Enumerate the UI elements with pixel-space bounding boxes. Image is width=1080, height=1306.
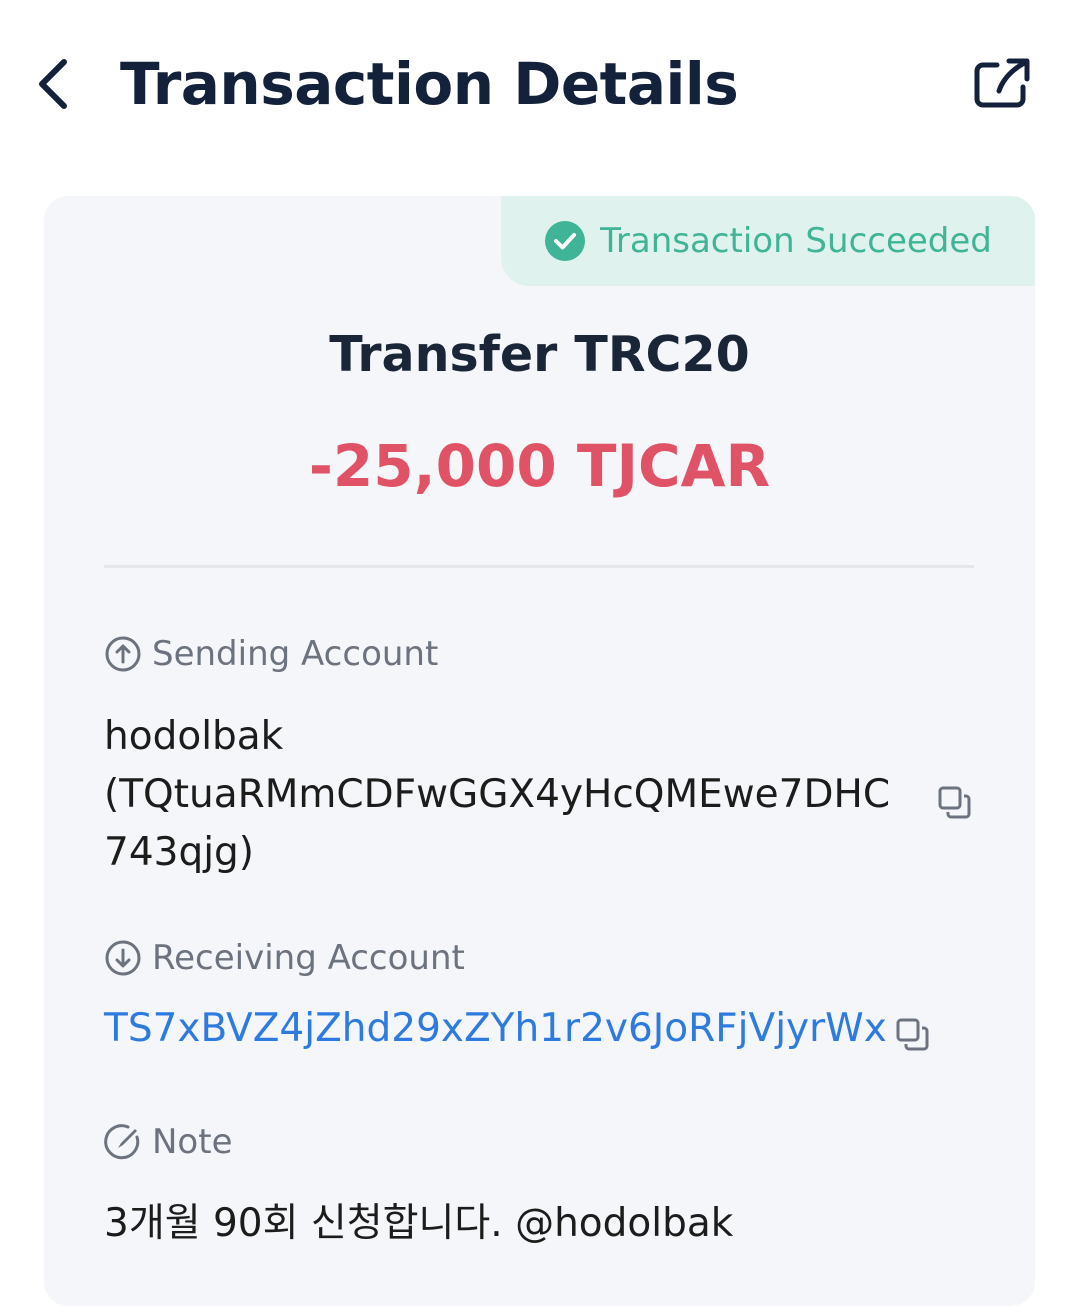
copy-icon — [938, 786, 971, 819]
external-share-icon — [974, 58, 1030, 108]
note-label-text: Note — [152, 1122, 233, 1162]
note-label: Note — [104, 1122, 232, 1162]
note-value: 3개월 90회 신청합니다. @hodolbak — [104, 1201, 734, 1246]
transaction-type: Transfer TRC20 — [329, 326, 750, 383]
status-badge: Transaction Succeeded — [501, 196, 1035, 286]
arrow-down-circle-icon — [105, 940, 141, 976]
share-button[interactable] — [970, 54, 1034, 114]
sending-account-label: Sending Account — [104, 634, 438, 674]
transaction-amount: -25,000 TJCAR — [308, 432, 771, 500]
receiving-account-link[interactable]: TS7xBVZ4jZhd29xZYh1r2v6JoRFjVjyrWx — [104, 1006, 887, 1051]
copy-receiving-address-button[interactable] — [892, 1014, 932, 1054]
copy-sending-address-button[interactable] — [934, 782, 974, 822]
sending-account-value: hodolbak (TQtuaRMmCDFwGGX4yHcQMEwe7DHC 7… — [104, 708, 914, 882]
sending-account-address-part2: 743qjg) — [104, 830, 255, 875]
sending-account-label-text: Sending Account — [152, 634, 439, 674]
arrow-up-circle-icon — [105, 636, 141, 672]
divider — [104, 565, 974, 568]
sending-account-name: hodolbak — [104, 714, 284, 759]
receiving-account-label: Receiving Account — [104, 938, 465, 978]
copy-icon — [896, 1018, 929, 1051]
page-title: Transaction Details — [120, 50, 739, 118]
sending-account-address-part1: (TQtuaRMmCDFwGGX4yHcQMEwe7DHC — [104, 772, 891, 817]
chevron-left-icon — [39, 59, 67, 109]
back-button[interactable] — [28, 52, 76, 116]
edit-circle-icon — [104, 1124, 140, 1160]
header: Transaction Details — [0, 0, 1080, 170]
check-circle-icon — [545, 221, 586, 261]
receiving-account-label-text: Receiving Account — [152, 938, 465, 978]
transaction-card: Transaction Succeeded Transfer TRC20 -25… — [44, 196, 1035, 1306]
status-text: Transaction Succeeded — [600, 221, 992, 261]
